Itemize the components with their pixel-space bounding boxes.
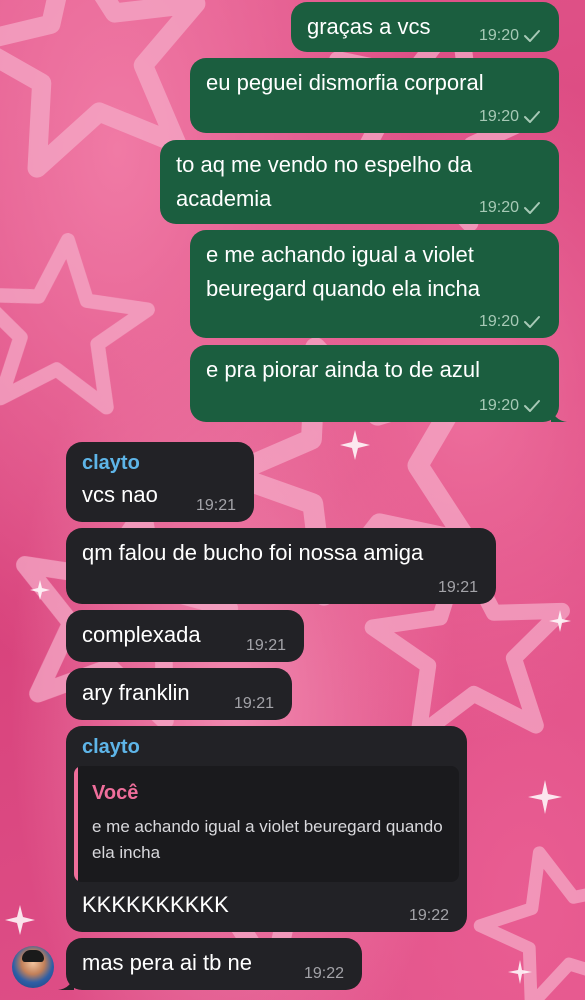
incoming-message[interactable]: clayto vcs nao 19:21 xyxy=(66,442,254,522)
outgoing-message[interactable]: graças a vcs 19:20 xyxy=(291,2,559,52)
message-meta: 19:20 xyxy=(479,107,541,127)
reply-author: Você xyxy=(92,782,139,804)
incoming-message[interactable]: complexada 19:21 xyxy=(66,610,304,662)
message-text: eu peguei dismorfia corporal xyxy=(206,70,484,95)
sender-name[interactable]: clayto xyxy=(82,734,140,760)
avatar[interactable] xyxy=(12,946,54,988)
message-time: 19:21 xyxy=(233,695,274,712)
reply-preview[interactable]: Você e me achando igual a violet beurega… xyxy=(74,766,459,882)
single-check-icon xyxy=(524,30,540,42)
incoming-message[interactable]: clayto Você e me achando igual a violet … xyxy=(66,726,467,932)
message-time: 19:20 xyxy=(478,313,519,330)
message-text: KKKKKKKKKK xyxy=(82,892,229,917)
message-time: 19:20 xyxy=(478,397,519,414)
outgoing-message[interactable]: e me achando igual a violet beuregard qu… xyxy=(190,230,559,338)
outgoing-message[interactable]: to aq me vendo no espelho da academia 19… xyxy=(160,140,559,224)
message-time: 19:20 xyxy=(478,199,519,216)
message-text: e pra piorar ainda to de azul xyxy=(206,357,480,382)
single-check-icon xyxy=(524,202,540,214)
message-meta: 19:20 xyxy=(479,312,541,332)
message-time: 19:22 xyxy=(303,965,344,982)
message-meta: 19:21 xyxy=(196,496,236,516)
message-time: 19:20 xyxy=(478,27,519,44)
outgoing-message[interactable]: eu peguei dismorfia corporal 19:20 xyxy=(190,58,559,133)
message-text: e me achando igual a violet beuregard qu… xyxy=(206,242,481,301)
single-check-icon xyxy=(524,400,540,412)
reply-text: e me achando igual a violet beuregard qu… xyxy=(92,817,443,862)
sender-name[interactable]: clayto xyxy=(82,450,140,476)
message-meta: 19:20 xyxy=(479,396,541,416)
message-time: 19:22 xyxy=(408,907,449,924)
message-meta: 19:22 xyxy=(409,906,449,926)
message-time: 19:21 xyxy=(245,637,286,654)
message-meta: 19:20 xyxy=(479,26,541,46)
message-list[interactable]: graças a vcs 19:20 eu peguei dismorfia c… xyxy=(0,0,585,1000)
single-check-icon xyxy=(524,111,540,123)
reply-accent-bar xyxy=(74,766,78,882)
message-meta: 19:22 xyxy=(304,964,344,984)
message-meta: 19:20 xyxy=(479,198,541,218)
bubble-tail xyxy=(551,406,567,422)
message-text: to aq me vendo no espelho da academia xyxy=(176,152,479,211)
incoming-message[interactable]: mas pera ai tb ne 19:22 xyxy=(58,938,362,990)
message-meta: 19:21 xyxy=(438,578,478,598)
message-time: 19:21 xyxy=(195,497,236,514)
message-time: 19:21 xyxy=(437,579,478,596)
incoming-message[interactable]: ary franklin 19:21 xyxy=(66,668,292,720)
message-text: qm falou de bucho foi nossa amiga xyxy=(82,540,424,565)
message-meta: 19:21 xyxy=(234,694,274,714)
incoming-message[interactable]: qm falou de bucho foi nossa amiga 19:21 xyxy=(66,528,496,604)
message-meta: 19:21 xyxy=(246,636,286,656)
bubble-tail xyxy=(58,974,74,990)
message-time: 19:20 xyxy=(478,108,519,125)
outgoing-message[interactable]: e pra piorar ainda to de azul 19:20 xyxy=(190,345,567,422)
single-check-icon xyxy=(524,316,540,328)
